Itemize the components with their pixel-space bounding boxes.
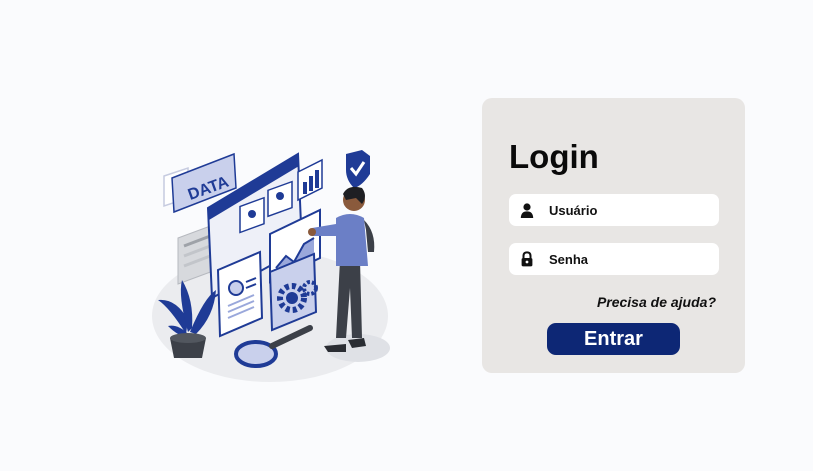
- password-field[interactable]: [509, 243, 719, 275]
- username-field[interactable]: [509, 194, 719, 226]
- username-input[interactable]: [549, 194, 709, 226]
- password-input[interactable]: [549, 243, 709, 275]
- login-card: Login Precisa de ajuda? Entrar: [482, 98, 745, 373]
- help-link[interactable]: Precisa de ajuda?: [597, 294, 716, 310]
- user-icon: [520, 203, 534, 218]
- login-title: Login: [509, 138, 599, 175]
- login-button[interactable]: Entrar: [547, 323, 680, 355]
- data-illustration: DATA: [148, 148, 398, 388]
- lock-icon: [521, 251, 533, 267]
